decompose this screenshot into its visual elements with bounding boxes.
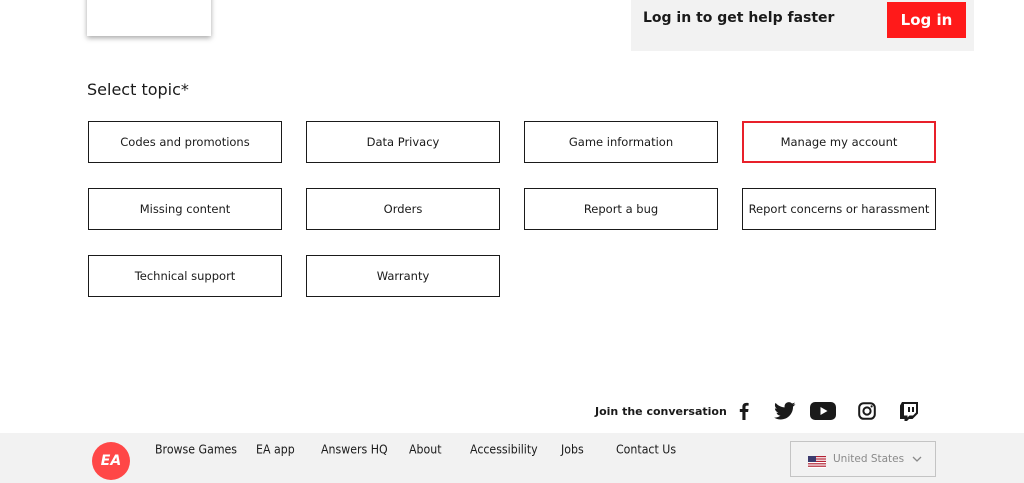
twitch-icon[interactable] bbox=[899, 400, 919, 422]
topic-button[interactable]: Game information bbox=[524, 121, 718, 163]
footer-link-ea-app[interactable]: EA app bbox=[256, 442, 295, 456]
footer-link-answers-hq[interactable]: Answers HQ bbox=[321, 442, 388, 456]
youtube-icon[interactable] bbox=[809, 400, 837, 422]
login-banner: Log in to get help faster Log in bbox=[631, 0, 974, 51]
social-row: Join the conversation bbox=[595, 400, 919, 422]
chevron-down-icon bbox=[912, 456, 922, 462]
footer-link-jobs[interactable]: Jobs bbox=[561, 442, 584, 456]
footer-link-browse-games[interactable]: Browse Games bbox=[155, 442, 237, 456]
topic-button[interactable]: Missing content bbox=[88, 188, 282, 230]
topic-button[interactable]: Warranty bbox=[306, 255, 500, 297]
footer-link-contact-us[interactable]: Contact Us bbox=[616, 442, 676, 456]
footer-link-about[interactable]: About bbox=[409, 442, 442, 456]
twitter-icon[interactable] bbox=[773, 400, 797, 422]
join-conversation-label: Join the conversation bbox=[595, 404, 727, 418]
topic-button-selected[interactable]: Manage my account bbox=[742, 121, 936, 163]
facebook-icon[interactable] bbox=[735, 400, 753, 422]
topic-button[interactable]: Report a bug bbox=[524, 188, 718, 230]
topic-button[interactable]: Codes and promotions bbox=[88, 121, 282, 163]
footer-link-accessibility[interactable]: Accessibility bbox=[470, 442, 538, 456]
region-label: United States bbox=[833, 453, 905, 465]
us-flag-icon bbox=[808, 453, 826, 468]
instagram-icon[interactable] bbox=[857, 400, 877, 422]
topic-button[interactable]: Data Privacy bbox=[306, 121, 500, 163]
topic-button[interactable]: Orders bbox=[306, 188, 500, 230]
select-topic-title: Select topic* bbox=[87, 80, 189, 99]
region-selector[interactable]: United States bbox=[790, 441, 936, 477]
login-prompt: Log in to get help faster bbox=[643, 10, 835, 26]
game-card bbox=[87, 0, 211, 36]
topic-button[interactable]: Technical support bbox=[88, 255, 282, 297]
ea-logo[interactable]: EA bbox=[92, 442, 130, 480]
footer: EA Browse Games EA app Answers HQ About … bbox=[0, 433, 1024, 483]
login-button[interactable]: Log in bbox=[887, 2, 966, 38]
topic-button[interactable]: Report concerns or harassment bbox=[742, 188, 936, 230]
